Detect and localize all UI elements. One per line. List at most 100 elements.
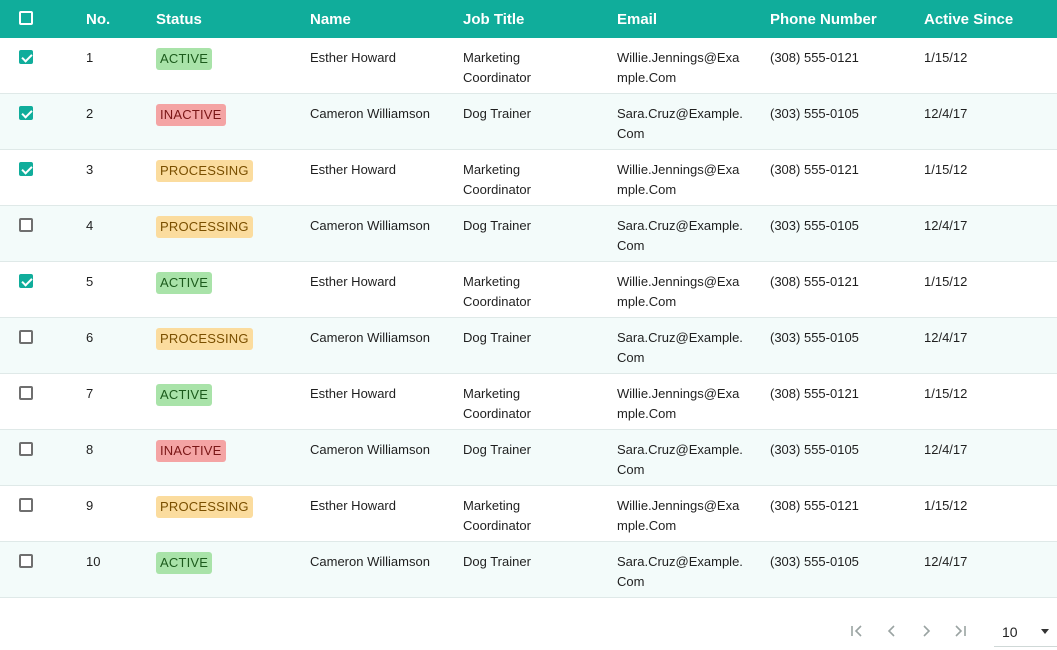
row-active-since: 1/15/12 bbox=[924, 162, 968, 177]
row-number: 6 bbox=[86, 330, 94, 345]
row-active-since: 12/4/17 bbox=[924, 218, 968, 233]
table-row[interactable]: 3 PROCESSING Esther Howard Marketing Coordin… bbox=[0, 150, 1057, 206]
email-line-2: mple.Com bbox=[617, 70, 677, 85]
row-active-since: 12/4/17 bbox=[924, 442, 968, 457]
status-badge: PROCESSING bbox=[156, 496, 253, 518]
row-phone: (308) 555-0121 bbox=[770, 498, 859, 513]
row-active-since: 1/15/12 bbox=[924, 274, 968, 289]
table-row[interactable]: 6 PROCESSING Cameron Williamson Dog Trainer… bbox=[0, 318, 1057, 374]
row-job-title: Dog Trainer bbox=[463, 328, 531, 348]
status-badge: PROCESSING bbox=[156, 328, 253, 350]
row-checkbox[interactable] bbox=[19, 274, 33, 288]
row-job-title: Dog Trainer bbox=[463, 216, 531, 236]
row-active-since: 1/15/12 bbox=[924, 386, 968, 401]
table-row[interactable]: 10 ACTIVE Cameron Williamson Dog Trainer Sar… bbox=[0, 542, 1057, 598]
column-header-active-since[interactable]: Active Since bbox=[924, 11, 1013, 29]
status-badge: PROCESSING bbox=[156, 160, 253, 182]
rows-per-page-select[interactable]: 10 bbox=[994, 616, 1057, 647]
table-row[interactable]: 9 PROCESSING Esther Howard Marketing Coordin… bbox=[0, 486, 1057, 542]
row-email: Sara.Cruz@Example. Com bbox=[617, 104, 743, 144]
column-header-phone[interactable]: Phone Number bbox=[770, 11, 877, 29]
status-badge: ACTIVE bbox=[156, 48, 213, 70]
row-name: Cameron Williamson bbox=[310, 106, 430, 121]
row-email: Sara.Cruz@Example. Com bbox=[617, 552, 743, 592]
row-job-title: Marketing Coordinator bbox=[463, 384, 531, 424]
row-phone: (303) 555-0105 bbox=[770, 330, 859, 345]
row-name: Esther Howard bbox=[310, 498, 396, 513]
email-line-1: Willie.Jennings@Exa bbox=[617, 50, 740, 65]
row-name: Cameron Williamson bbox=[310, 330, 430, 345]
table-row[interactable]: 2 INACTIVE Cameron Williamson Dog Trainer Sa… bbox=[0, 94, 1057, 150]
column-header-name[interactable]: Name bbox=[310, 11, 351, 29]
status-badge: ACTIVE bbox=[156, 552, 213, 574]
email-line-2: mple.Com bbox=[617, 294, 677, 309]
row-checkbox[interactable] bbox=[19, 442, 33, 456]
table-header: No. Status Name Job Title Email Phone Nu… bbox=[0, 0, 1057, 38]
row-name: Esther Howard bbox=[310, 386, 396, 401]
column-header-email[interactable]: Email bbox=[617, 11, 657, 29]
row-phone: (308) 555-0121 bbox=[770, 162, 859, 177]
table-row[interactable]: 8 INACTIVE Cameron Williamson Dog Trainer Sa… bbox=[0, 430, 1057, 486]
job-title-line-1: Marketing bbox=[463, 162, 521, 177]
row-checkbox[interactable] bbox=[19, 330, 33, 344]
row-checkbox[interactable] bbox=[19, 218, 33, 232]
first-page-icon[interactable] bbox=[848, 622, 866, 640]
row-checkbox[interactable] bbox=[19, 386, 33, 400]
email-line-1: Willie.Jennings@Exa bbox=[617, 498, 740, 513]
row-job-title: Dog Trainer bbox=[463, 552, 531, 572]
row-phone: (308) 555-0121 bbox=[770, 50, 859, 65]
job-title-line-2: Coordinator bbox=[463, 518, 531, 533]
next-page-icon[interactable] bbox=[917, 622, 935, 640]
email-line-2: Com bbox=[617, 238, 645, 253]
row-number: 7 bbox=[86, 386, 94, 401]
column-header-no[interactable]: No. bbox=[86, 11, 110, 29]
row-email: Willie.Jennings@Exa mple.Com bbox=[617, 272, 739, 312]
row-email: Willie.Jennings@Exa mple.Com bbox=[617, 48, 739, 88]
previous-page-icon[interactable] bbox=[883, 622, 901, 640]
table-row[interactable]: 4 PROCESSING Cameron Williamson Dog Trainer… bbox=[0, 206, 1057, 262]
row-email: Sara.Cruz@Example. Com bbox=[617, 440, 743, 480]
email-line-2: Com bbox=[617, 462, 645, 477]
email-line-2: mple.Com bbox=[617, 406, 677, 421]
column-header-status[interactable]: Status bbox=[156, 11, 202, 29]
row-job-title: Marketing Coordinator bbox=[463, 48, 531, 88]
row-checkbox[interactable] bbox=[19, 498, 33, 512]
table-row[interactable]: 1 ACTIVE Esther Howard Marketing Coordinator… bbox=[0, 38, 1057, 94]
select-all-checkbox[interactable] bbox=[19, 11, 33, 25]
job-title-line-1: Dog Trainer bbox=[463, 442, 531, 457]
row-phone: (303) 555-0105 bbox=[770, 554, 859, 569]
email-line-1: Sara.Cruz@Example. bbox=[617, 554, 743, 569]
row-phone: (303) 555-0105 bbox=[770, 106, 859, 121]
job-title-line-1: Marketing bbox=[463, 274, 521, 289]
table-row[interactable]: 7 ACTIVE Esther Howard Marketing Coordinator… bbox=[0, 374, 1057, 430]
job-title-line-1: Dog Trainer bbox=[463, 330, 531, 345]
status-badge: INACTIVE bbox=[156, 440, 226, 462]
status-badge: PROCESSING bbox=[156, 216, 253, 238]
row-name: Cameron Williamson bbox=[310, 442, 430, 457]
row-checkbox[interactable] bbox=[19, 162, 33, 176]
row-checkbox[interactable] bbox=[19, 50, 33, 64]
email-line-1: Sara.Cruz@Example. bbox=[617, 330, 743, 345]
status-badge: INACTIVE bbox=[156, 104, 226, 126]
row-number: 5 bbox=[86, 274, 94, 289]
last-page-icon[interactable] bbox=[951, 622, 969, 640]
row-job-title: Dog Trainer bbox=[463, 104, 531, 124]
row-active-since: 12/4/17 bbox=[924, 554, 968, 569]
row-checkbox[interactable] bbox=[19, 554, 33, 568]
job-title-line-1: Marketing bbox=[463, 386, 521, 401]
job-title-line-1: Marketing bbox=[463, 498, 521, 513]
table-row[interactable]: 5 ACTIVE Esther Howard Marketing Coordinator… bbox=[0, 262, 1057, 318]
status-badge: ACTIVE bbox=[156, 384, 213, 406]
email-line-1: Willie.Jennings@Exa bbox=[617, 162, 740, 177]
row-number: 2 bbox=[86, 106, 94, 121]
row-checkbox[interactable] bbox=[19, 106, 33, 120]
rows-per-page-value: 10 bbox=[1002, 624, 1018, 640]
row-email: Sara.Cruz@Example. Com bbox=[617, 216, 743, 256]
email-line-2: Com bbox=[617, 350, 645, 365]
row-active-since: 12/4/17 bbox=[924, 330, 968, 345]
row-name: Esther Howard bbox=[310, 274, 396, 289]
row-active-since: 12/4/17 bbox=[924, 106, 968, 121]
row-job-title: Marketing Coordinator bbox=[463, 496, 531, 536]
column-header-job-title[interactable]: Job Title bbox=[463, 11, 524, 29]
row-name: Cameron Williamson bbox=[310, 554, 430, 569]
